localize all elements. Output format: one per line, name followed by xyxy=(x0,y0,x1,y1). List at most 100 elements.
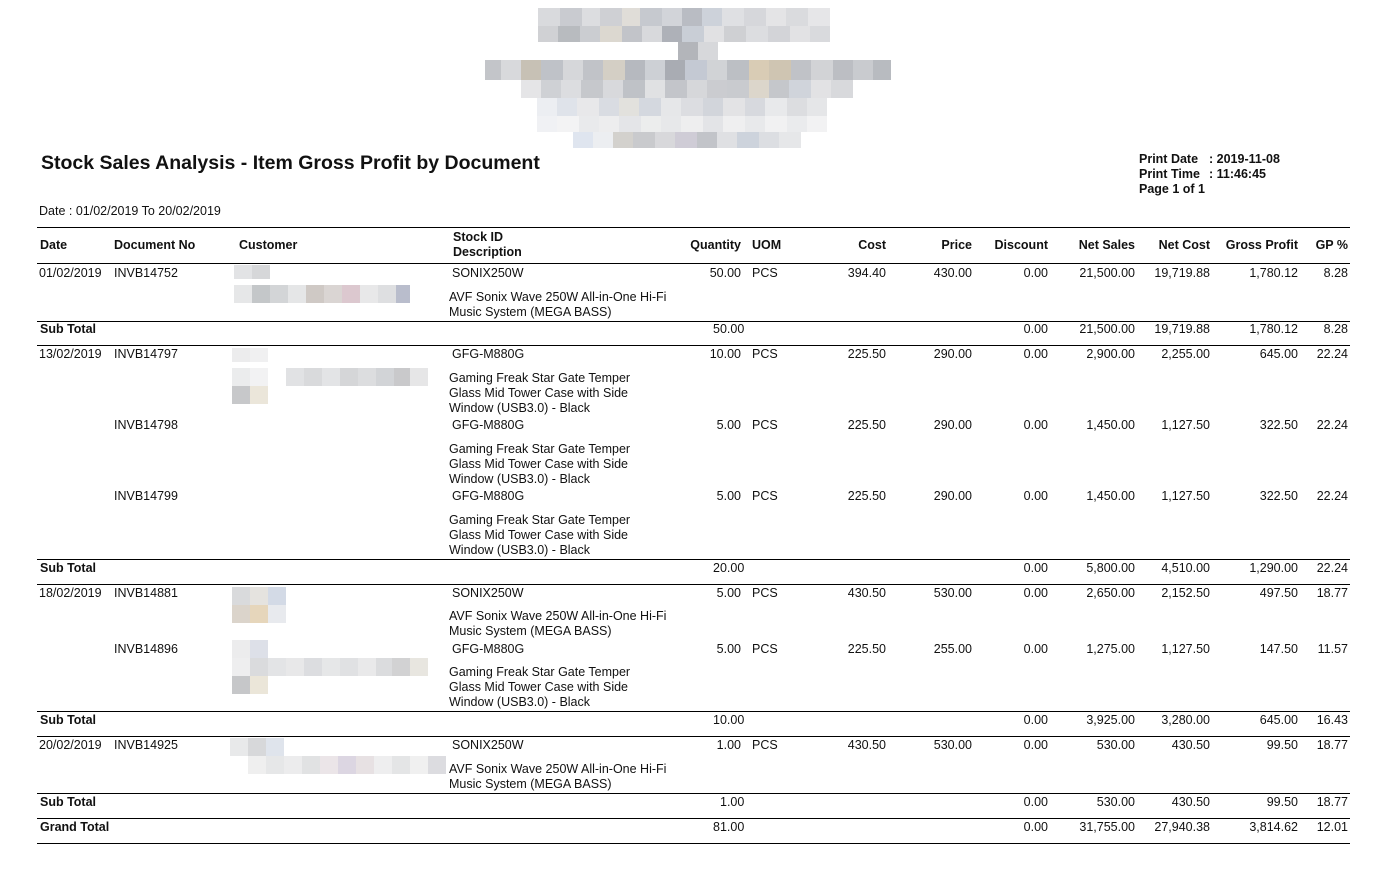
grand-total-label: Grand Total xyxy=(40,820,110,834)
cell-quantity: 50.00 xyxy=(709,266,741,280)
cell-description: Gaming Freak Star Gate Temper Glass Mid … xyxy=(449,665,631,709)
subtotal-gross-profit: 99.50 xyxy=(1266,795,1298,809)
subtotal-discount: 0.00 xyxy=(1023,322,1048,336)
col-gross-profit: Gross Profit xyxy=(1225,238,1298,252)
cell-document-no: INVB14797 xyxy=(114,347,178,361)
cell-cost: 225.50 xyxy=(847,642,886,656)
cell-uom: PCS xyxy=(752,418,778,432)
grand-total-quantity: 81.00 xyxy=(713,820,745,834)
cell-cost: 430.50 xyxy=(847,738,886,752)
cell-gross-profit: 322.50 xyxy=(1259,489,1298,503)
cell-net-sales: 1,450.00 xyxy=(1086,489,1135,503)
grand-total-net-cost: 27,940.38 xyxy=(1154,820,1210,834)
subtotal-quantity: 1.00 xyxy=(720,795,745,809)
cell-uom: PCS xyxy=(752,266,778,280)
cell-gp-pct: 22.24 xyxy=(1316,418,1348,432)
col-net-cost: Net Cost xyxy=(1158,238,1210,252)
cell-date: 20/02/2019 xyxy=(39,738,102,752)
footer-rule xyxy=(37,843,1350,844)
cell-description: AVF Sonix Wave 250W All-in-One Hi-Fi Mus… xyxy=(449,762,667,791)
cell-price: 290.00 xyxy=(933,418,972,432)
redacted-customer xyxy=(234,265,414,305)
group-rule xyxy=(37,584,1350,585)
cell-net-sales: 1,275.00 xyxy=(1086,642,1135,656)
cell-document-no: INVB14925 xyxy=(114,738,178,752)
cell-net-cost: 2,255.00 xyxy=(1161,347,1210,361)
cell-stock-id: GFG-M880G xyxy=(452,347,525,361)
cell-gp-pct: 18.77 xyxy=(1316,586,1348,600)
cell-description: AVF Sonix Wave 250W All-in-One Hi-Fi Mus… xyxy=(449,609,667,638)
print-date: 2019-11-08 xyxy=(1216,152,1280,166)
subtotal-discount: 0.00 xyxy=(1023,561,1048,575)
subtotal-gp-pct: 16.43 xyxy=(1316,713,1348,727)
cell-document-no: INVB14799 xyxy=(114,489,178,503)
cell-stock-id: GFG-M880G xyxy=(452,642,525,656)
subtotal-net-cost: 4,510.00 xyxy=(1161,561,1210,575)
subtotal-label: Sub Total xyxy=(40,713,97,727)
cell-net-cost: 1,127.50 xyxy=(1161,489,1210,503)
col-date: Date xyxy=(40,238,68,252)
cell-quantity: 5.00 xyxy=(716,418,741,432)
cell-document-no: INVB14896 xyxy=(114,642,178,656)
subtotal-discount: 0.00 xyxy=(1023,713,1048,727)
redacted-customer xyxy=(232,348,428,406)
cell-description: AVF Sonix Wave 250W All-in-One Hi-Fi Mus… xyxy=(449,290,667,319)
subtotal-net-sales: 21,500.00 xyxy=(1079,322,1135,336)
cell-document-no: INVB14798 xyxy=(114,418,178,432)
cell-description: Gaming Freak Star Gate Temper Glass Mid … xyxy=(449,513,631,557)
subtotal-net-cost: 3,280.00 xyxy=(1161,713,1210,727)
subtotal-rule xyxy=(37,559,1350,560)
col-stock-id: Stock ID xyxy=(453,230,504,244)
cell-stock-id: GFG-M880G xyxy=(452,489,525,503)
subtotal-gross-profit: 645.00 xyxy=(1259,713,1298,727)
redacted-company-logo xyxy=(485,8,895,150)
subtotal-discount: 0.00 xyxy=(1023,795,1048,809)
cell-cost: 225.50 xyxy=(847,347,886,361)
redacted-customer xyxy=(232,587,292,627)
cell-gp-pct: 8.28 xyxy=(1323,266,1348,280)
cell-cost: 225.50 xyxy=(847,489,886,503)
col-quantity: Quantity xyxy=(690,238,741,252)
cell-date: 01/02/2019 xyxy=(39,266,102,280)
cell-net-sales: 1,450.00 xyxy=(1086,418,1135,432)
redacted-customer xyxy=(232,640,428,696)
subtotal-rule xyxy=(37,711,1350,712)
cell-document-no: INVB14752 xyxy=(114,266,178,280)
print-time-label: Print Time xyxy=(1139,167,1200,181)
cell-discount: 0.00 xyxy=(1023,418,1048,432)
cell-cost: 394.40 xyxy=(847,266,886,280)
page-indicator: Page 1 of 1 xyxy=(1139,182,1205,196)
cell-uom: PCS xyxy=(752,347,778,361)
cell-gross-profit: 147.50 xyxy=(1259,642,1298,656)
cell-quantity: 5.00 xyxy=(716,642,741,656)
cell-price: 290.00 xyxy=(933,489,972,503)
col-customer: Customer xyxy=(239,238,298,252)
subtotal-quantity: 20.00 xyxy=(713,561,745,575)
subtotal-net-sales: 5,800.00 xyxy=(1086,561,1135,575)
grand-total-rule xyxy=(37,818,1350,819)
cell-date: 13/02/2019 xyxy=(39,347,102,361)
cell-net-sales: 530.00 xyxy=(1096,738,1135,752)
cell-gross-profit: 322.50 xyxy=(1259,418,1298,432)
cell-description: Gaming Freak Star Gate Temper Glass Mid … xyxy=(449,371,631,415)
subtotal-net-cost: 430.50 xyxy=(1171,795,1210,809)
cell-stock-id: SONIX250W xyxy=(452,266,524,280)
cell-description: Gaming Freak Star Gate Temper Glass Mid … xyxy=(449,442,631,486)
cell-net-cost: 2,152.50 xyxy=(1161,586,1210,600)
grand-total-net-sales: 31,755.00 xyxy=(1079,820,1135,834)
cell-gp-pct: 18.77 xyxy=(1316,738,1348,752)
cell-uom: PCS xyxy=(752,738,778,752)
cell-quantity: 10.00 xyxy=(709,347,741,361)
cell-gp-pct: 22.24 xyxy=(1316,347,1348,361)
col-discount: Discount xyxy=(994,238,1048,252)
cell-uom: PCS xyxy=(752,489,778,503)
subtotal-net-sales: 3,925.00 xyxy=(1086,713,1135,727)
cell-uom: PCS xyxy=(752,586,778,600)
cell-stock-id: SONIX250W xyxy=(452,738,524,752)
cell-discount: 0.00 xyxy=(1023,489,1048,503)
cell-discount: 0.00 xyxy=(1023,586,1048,600)
cell-quantity: 1.00 xyxy=(716,738,741,752)
subtotal-net-sales: 530.00 xyxy=(1096,795,1135,809)
col-cost: Cost xyxy=(858,238,886,252)
subtotal-gp-pct: 18.77 xyxy=(1316,795,1348,809)
